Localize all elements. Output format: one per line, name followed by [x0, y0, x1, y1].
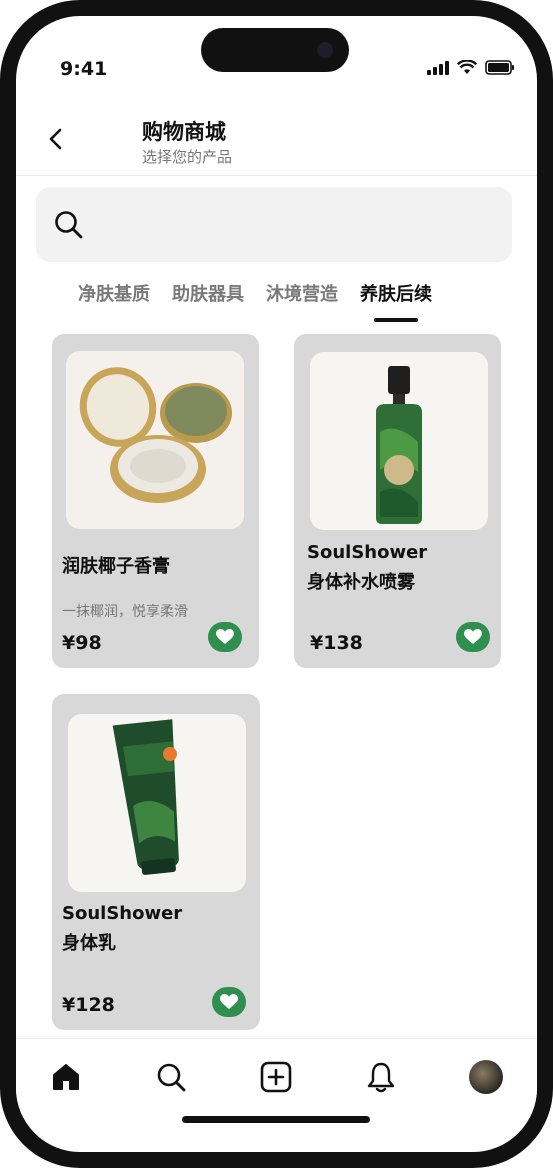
tab-clean-base[interactable]: 净肤基质 [78, 280, 150, 306]
product-price: ¥98 [62, 632, 102, 654]
bottom-nav [16, 1038, 537, 1118]
status-time: 9:41 [60, 58, 108, 80]
phone-frame: 9:41 购物商城 选择您的产品 净肤基质 助肤器具 沐境营造 养肤后续 润肤椰… [0, 0, 553, 1168]
search-input[interactable] [98, 207, 488, 241]
search-bar[interactable] [36, 187, 512, 262]
spray-bottle-image [310, 352, 488, 530]
product-card[interactable]: SoulShower 身体乳 ¥128 [52, 694, 260, 1030]
heart-icon [464, 629, 482, 644]
product-card[interactable]: 润肤椰子香膏 一抹椰润，悦享柔滑 ¥98 [52, 334, 259, 668]
search-icon [55, 211, 83, 239]
tab-bath-ambience[interactable]: 沐境营造 [266, 280, 338, 306]
tab-skin-tools[interactable]: 助肤器具 [172, 280, 244, 306]
heart-icon [220, 994, 238, 1009]
product-card[interactable]: SoulShower 身体补水喷雾 ¥138 [294, 334, 501, 668]
signal-icon [427, 60, 449, 75]
page-title: 购物商城 [142, 120, 226, 144]
search-icon [157, 1063, 186, 1092]
battery-icon [485, 60, 514, 75]
favorite-button[interactable] [456, 622, 490, 652]
dynamic-island [201, 28, 349, 72]
heart-icon [216, 629, 234, 644]
compact-balm-image [66, 351, 244, 529]
favorite-button[interactable] [212, 987, 246, 1017]
page-subtitle: 选择您的产品 [142, 148, 233, 166]
home-indicator [182, 1116, 370, 1123]
product-name: SoulShower 身体补水喷雾 [307, 542, 428, 593]
avatar [469, 1060, 503, 1094]
product-name: 润肤椰子香膏 [62, 556, 170, 577]
product-desc: 一抹椰润，悦享柔滑 [62, 604, 188, 620]
product-name: SoulShower 身体乳 [62, 903, 183, 954]
nav-add[interactable] [256, 1057, 296, 1097]
status-icons [427, 60, 515, 75]
nav-search[interactable] [151, 1057, 191, 1097]
add-icon [260, 1061, 292, 1093]
bell-icon [367, 1062, 395, 1093]
wifi-icon [457, 60, 477, 74]
back-arrow-icon[interactable] [44, 124, 68, 154]
tab-aftercare[interactable]: 养肤后续 [360, 280, 432, 322]
page-header: 购物商城 选择您的产品 [16, 104, 537, 176]
nav-profile[interactable] [466, 1057, 506, 1097]
favorite-button[interactable] [208, 622, 242, 652]
nav-notifications[interactable] [361, 1057, 401, 1097]
product-price: ¥128 [62, 994, 115, 1016]
product-price: ¥138 [310, 632, 363, 654]
category-tabs: 净肤基质 助肤器具 沐境营造 养肤后续 [78, 280, 432, 322]
home-icon [53, 1064, 79, 1090]
lotion-tube-image [68, 714, 246, 892]
nav-home[interactable] [46, 1057, 86, 1097]
